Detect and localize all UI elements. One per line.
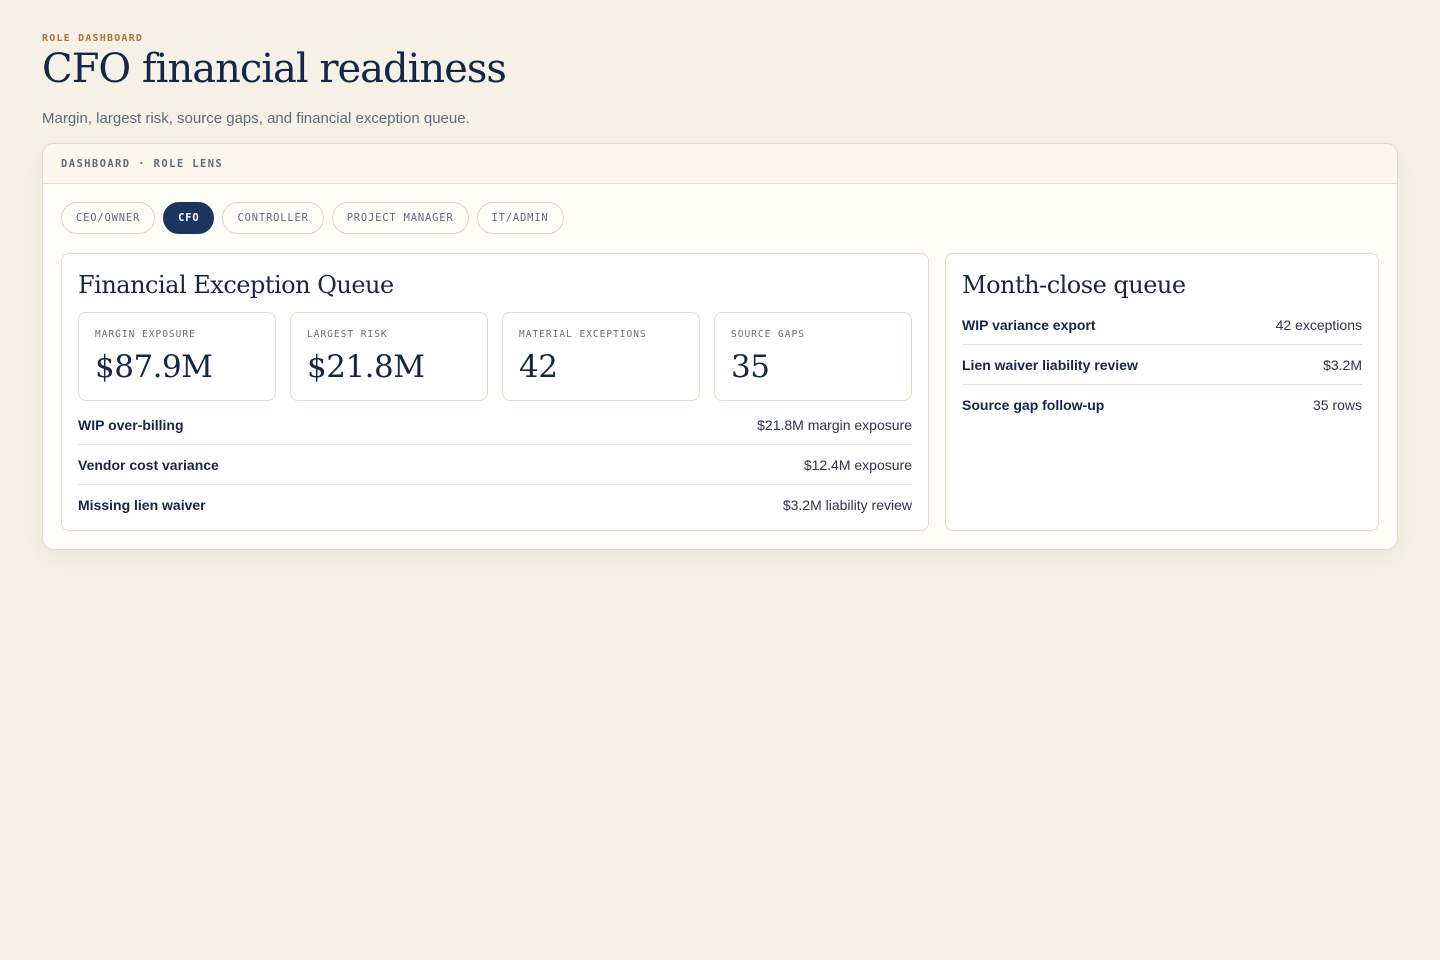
page-header: ROLE DASHBOARD CFO financial readiness M… xyxy=(42,32,507,128)
kpi-largest-risk: LARGEST RISK $21.8M xyxy=(290,312,488,401)
month-close-queue-card: Month-close queue WIP variance export 42… xyxy=(945,253,1379,531)
month-close-list: WIP variance export 42 exceptions Lien w… xyxy=(962,305,1362,425)
list-item[interactable]: WIP variance export 42 exceptions xyxy=(962,305,1362,345)
list-item[interactable]: Vendor cost variance $12.4M exposure xyxy=(78,445,912,485)
list-item[interactable]: Missing lien waiver $3.2M liability revi… xyxy=(78,485,912,525)
kpi-value: 35 xyxy=(731,349,770,385)
tab-cfo[interactable]: CFO xyxy=(163,202,215,234)
kpi-label: MARGIN EXPOSURE xyxy=(95,329,196,340)
exception-list: WIP over-billing $21.8M margin exposure … xyxy=(78,405,912,525)
row-label: WIP variance export xyxy=(962,316,1096,333)
kpi-value: $21.8M xyxy=(307,349,425,385)
card-title: Financial Exception Queue xyxy=(78,271,394,299)
tab-it-admin[interactable]: IT/ADMIN xyxy=(476,202,564,234)
card-title: Month-close queue xyxy=(962,271,1186,299)
row-label: Missing lien waiver xyxy=(78,497,206,513)
kpi-label: SOURCE GAPS xyxy=(731,329,805,340)
kpi-label: LARGEST RISK xyxy=(307,329,388,340)
row-label: WIP over-billing xyxy=(78,416,184,433)
row-label: Vendor cost variance xyxy=(78,456,219,473)
breadcrumb: DASHBOARD · ROLE LENS xyxy=(61,157,224,170)
list-item[interactable]: Source gap follow-up 35 rows xyxy=(962,385,1362,425)
tab-project-manager[interactable]: PROJECT MANAGER xyxy=(331,202,469,234)
kpi-value: $87.9M xyxy=(95,349,213,385)
tab-ceo-owner[interactable]: CEO/OWNER xyxy=(61,202,156,234)
row-value: $21.8M margin exposure xyxy=(757,416,912,433)
kpi-source-gaps: SOURCE GAPS 35 xyxy=(714,312,912,401)
kpi-label: MATERIAL EXCEPTIONS xyxy=(519,329,647,340)
role-tabs: CEO/OWNER CFO CONTROLLER PROJECT MANAGER… xyxy=(61,202,564,234)
kpi-value: 42 xyxy=(519,349,558,385)
row-label: Lien waiver liability review xyxy=(962,356,1138,373)
row-value: $3.2M xyxy=(1323,356,1362,373)
kpi-strip: MARGIN EXPOSURE $87.9M LARGEST RISK $21.… xyxy=(78,312,912,401)
list-item[interactable]: WIP over-billing $21.8M margin exposure xyxy=(78,405,912,445)
financial-exception-queue-card: Financial Exception Queue MARGIN EXPOSUR… xyxy=(61,253,929,531)
kpi-margin-exposure: MARGIN EXPOSURE $87.9M xyxy=(78,312,276,401)
row-value: 35 rows xyxy=(1312,397,1362,413)
page-eyebrow: ROLE DASHBOARD xyxy=(42,33,144,44)
page-title: CFO financial readiness xyxy=(42,46,507,92)
row-value: $12.4M exposure xyxy=(803,456,912,473)
row-value: $3.2M liability review xyxy=(782,497,912,513)
page-subtitle: Margin, largest risk, source gaps, and f… xyxy=(42,110,470,127)
row-value: 42 exceptions xyxy=(1275,316,1362,333)
panel-bar: DASHBOARD · ROLE LENS xyxy=(43,144,1397,184)
kpi-material-exceptions: MATERIAL EXCEPTIONS 42 xyxy=(502,312,700,401)
tab-controller[interactable]: CONTROLLER xyxy=(222,202,324,234)
row-label: Source gap follow-up xyxy=(962,397,1105,413)
role-lens-panel: DASHBOARD · ROLE LENS CEO/OWNER CFO CONT… xyxy=(42,143,1398,550)
list-item[interactable]: Lien waiver liability review $3.2M xyxy=(962,345,1362,385)
